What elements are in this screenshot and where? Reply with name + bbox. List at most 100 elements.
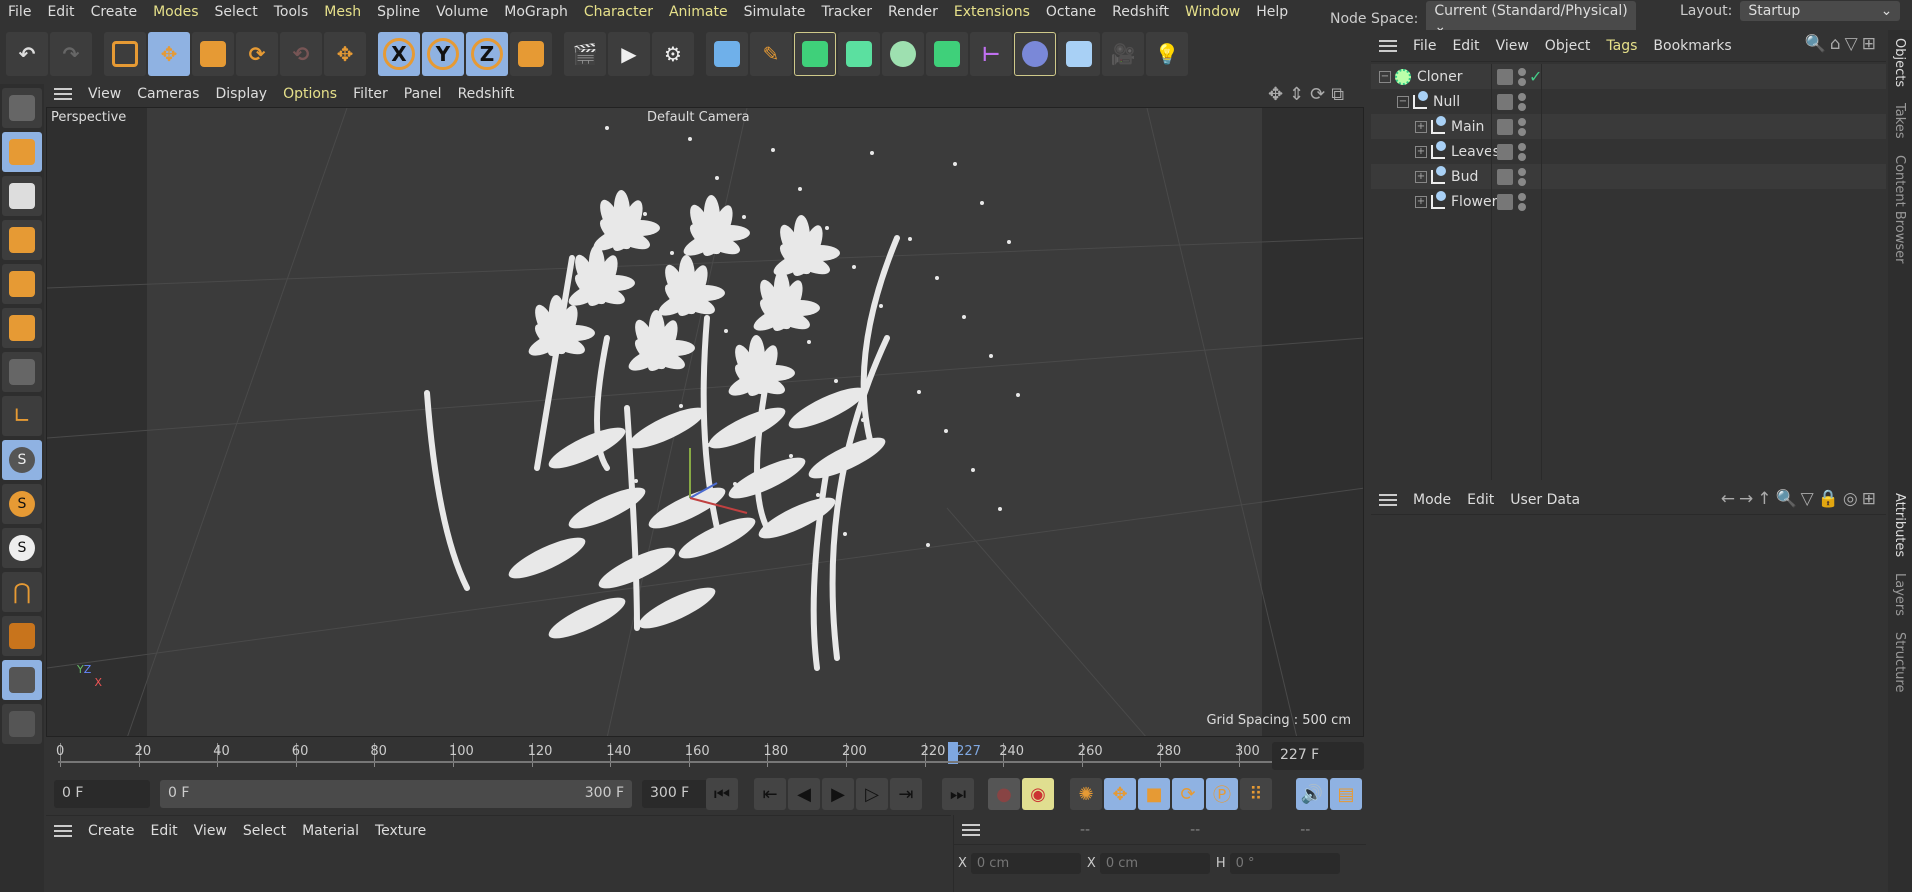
camera-name[interactable]: Default Camera xyxy=(647,110,750,125)
menu-simulate[interactable]: Simulate xyxy=(736,4,814,20)
menu-tools[interactable]: Tools xyxy=(266,4,317,20)
object-menu-file[interactable]: File xyxy=(1405,38,1444,54)
axis-mode-button[interactable]: ∟ xyxy=(2,396,42,436)
object-menu-tags[interactable]: Tags xyxy=(1598,38,1645,54)
timeline-window-button[interactable]: ▤ xyxy=(1330,778,1362,810)
attributes-menu-user-data[interactable]: User Data xyxy=(1502,492,1588,508)
psr-button[interactable]: ⟲ xyxy=(280,32,322,76)
object-menu-view[interactable]: View xyxy=(1488,38,1537,54)
field-button[interactable] xyxy=(1014,32,1056,76)
material-menu-texture[interactable]: Texture xyxy=(367,823,434,839)
render-view-button[interactable]: 🎬 xyxy=(564,32,606,76)
object-row-flower[interactable]: + Flower xyxy=(1371,189,1886,214)
layout-dropdown[interactable]: Startup ⌄ xyxy=(1740,1,1901,21)
menu-modes[interactable]: Modes xyxy=(145,4,206,20)
edges-mode-button[interactable] xyxy=(2,264,42,304)
model-mode-button[interactable] xyxy=(2,132,42,172)
transform-button[interactable]: ✥ xyxy=(324,32,366,76)
menu-edit[interactable]: Edit xyxy=(39,4,82,20)
visibility-dots-icon[interactable] xyxy=(1518,142,1526,162)
side-tab-takes[interactable]: Takes xyxy=(1888,95,1911,147)
lock-workplane-button[interactable] xyxy=(2,660,42,700)
y-axis-button[interactable]: Y xyxy=(422,32,464,76)
uv-mode-button[interactable] xyxy=(2,352,42,392)
3d-viewport[interactable]: Perspective Default Camera Grid Spacing … xyxy=(46,107,1364,737)
menu-volume[interactable]: Volume xyxy=(428,4,496,20)
sound-button[interactable]: 🔊 xyxy=(1296,778,1328,810)
redo-button[interactable]: ↷ xyxy=(50,32,92,76)
menu-help[interactable]: Help xyxy=(1248,4,1296,20)
extrude-button[interactable] xyxy=(838,32,880,76)
layer-tag-icon[interactable] xyxy=(1497,143,1513,160)
object-menu-icon[interactable] xyxy=(1379,39,1397,52)
menu-render[interactable]: Render xyxy=(880,4,946,20)
viewport-nav-icons[interactable]: ✥⇕⟳⧉ xyxy=(1268,84,1350,105)
attributes-menu-edit[interactable]: Edit xyxy=(1459,492,1502,508)
z-axis-button[interactable]: Z xyxy=(466,32,508,76)
expand-icon[interactable]: + xyxy=(1415,120,1427,133)
points-mode-button[interactable] xyxy=(2,220,42,260)
collapse-icon[interactable]: − xyxy=(1379,70,1391,83)
layer-tag-icon[interactable] xyxy=(1497,193,1513,210)
viewport-menu-icon[interactable] xyxy=(54,88,72,100)
menu-mesh[interactable]: Mesh xyxy=(316,4,369,20)
object-row-main[interactable]: + Main xyxy=(1371,114,1886,139)
side-tab-objects[interactable]: Objects xyxy=(1888,30,1911,95)
cube-button[interactable] xyxy=(706,32,748,76)
layer-tag-icon[interactable] xyxy=(1497,68,1513,85)
auto-key-button[interactable]: ◉ xyxy=(1022,778,1054,810)
render-settings-button[interactable]: ⚙ xyxy=(652,32,694,76)
workplane-button[interactable] xyxy=(2,616,42,656)
magnet-button[interactable]: ⋂ xyxy=(2,572,42,612)
texture-mode-button[interactable] xyxy=(2,176,42,216)
go-to-end-button[interactable]: ⏭ xyxy=(942,778,974,810)
menu-tracker[interactable]: Tracker xyxy=(813,4,880,20)
viewport-menu-panel[interactable]: Panel xyxy=(396,86,450,102)
selection-tool-button[interactable] xyxy=(104,32,146,76)
next-frame-button[interactable]: ▷ xyxy=(856,778,888,810)
menu-mograph[interactable]: MoGraph xyxy=(496,4,576,20)
coordinate-system-button[interactable] xyxy=(510,32,552,76)
expand-icon[interactable]: + xyxy=(1415,195,1427,208)
layer-tag-icon[interactable] xyxy=(1497,93,1513,110)
coord-value-input[interactable]: 0 ° xyxy=(1229,853,1340,874)
previous-frame-button[interactable]: ◀ xyxy=(788,778,820,810)
material-menu-material[interactable]: Material xyxy=(294,823,367,839)
light-button[interactable]: 💡 xyxy=(1146,32,1188,76)
material-menu-view[interactable]: View xyxy=(186,823,235,839)
next-key-button[interactable]: ⇥ xyxy=(890,778,922,810)
timeline-ruler[interactable]: 0 20 40 60 80 100 120 140 160 180 200 220 240 260 280 3… xyxy=(46,739,1366,773)
layer-tag-icon[interactable] xyxy=(1497,118,1513,135)
menu-redshift[interactable]: Redshift xyxy=(1104,4,1177,20)
coordinates-menu-icon[interactable] xyxy=(962,823,980,836)
material-menu-select[interactable]: Select xyxy=(235,823,294,839)
side-tab-structure[interactable]: Structure xyxy=(1888,624,1911,700)
camera-button[interactable]: 🎥 xyxy=(1102,32,1144,76)
visibility-dots-icon[interactable] xyxy=(1518,92,1526,112)
menu-select[interactable]: Select xyxy=(207,4,266,20)
record-keys-button[interactable]: ● xyxy=(988,778,1020,810)
attributes-menu-mode[interactable]: Mode xyxy=(1405,492,1459,508)
key-rotation-button[interactable]: ⟳ xyxy=(1172,778,1204,810)
workplane-rotate-button[interactable] xyxy=(2,704,42,744)
key-pla-button[interactable]: ⠿ xyxy=(1240,778,1272,810)
coord-value-input[interactable]: 0 cm xyxy=(970,853,1081,874)
pen-button[interactable]: ✎ xyxy=(750,32,792,76)
expand-icon[interactable]: + xyxy=(1415,170,1427,183)
side-tab-content-browser[interactable]: Content Browser xyxy=(1888,147,1911,272)
snap-button[interactable]: S xyxy=(2,440,42,480)
previous-key-button[interactable]: ⇤ xyxy=(754,778,786,810)
render-to-picture-viewer-button[interactable]: ▶ xyxy=(608,32,650,76)
frame-range-slider[interactable]: 0 F 300 F xyxy=(160,780,632,808)
keyframe-selection-button[interactable]: ✺ xyxy=(1070,778,1102,810)
visibility-dots-icon[interactable] xyxy=(1518,117,1526,137)
material-menu-edit[interactable]: Edit xyxy=(143,823,186,839)
attributes-menu-icon[interactable] xyxy=(1379,493,1397,506)
menu-octane[interactable]: Octane xyxy=(1038,4,1104,20)
viewport-menu-redshift[interactable]: Redshift xyxy=(450,86,523,102)
key-position-button[interactable]: ✥ xyxy=(1104,778,1136,810)
coord-value-input[interactable]: 0 cm xyxy=(1099,853,1210,874)
visibility-dots-icon[interactable] xyxy=(1518,67,1526,87)
menu-create[interactable]: Create xyxy=(83,4,146,20)
move-tool-button[interactable]: ✥ xyxy=(148,32,190,76)
